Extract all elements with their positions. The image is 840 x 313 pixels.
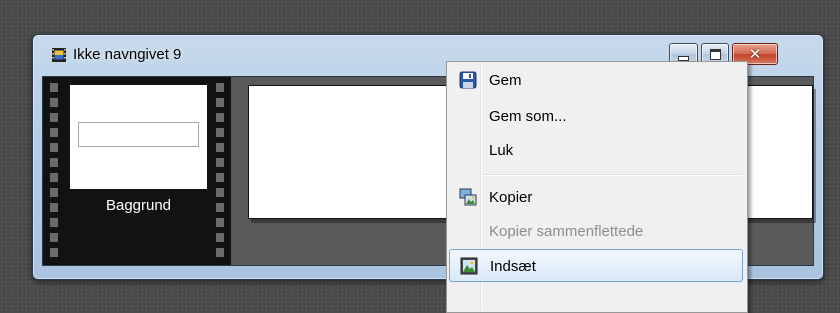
film-sprocket-hole — [216, 218, 224, 227]
film-sprocket-hole — [50, 218, 58, 227]
layer-filmstrip: Baggrund — [43, 77, 231, 265]
window-title: Ikke navngivet 9 — [73, 46, 182, 63]
film-sprocket-hole — [216, 188, 224, 197]
film-sprocket-hole — [216, 98, 224, 107]
film-sprocket-hole — [50, 158, 58, 167]
menu-item-label: Gem — [489, 72, 522, 89]
menu-item-gem[interactable]: Gem — [449, 65, 743, 95]
film-sprocket-hole — [50, 98, 58, 107]
menu-item-luk[interactable]: Luk — [449, 135, 743, 165]
film-sprocket-hole — [216, 143, 224, 152]
minimize-icon — [678, 55, 689, 61]
menu-item-label: Luk — [489, 142, 514, 159]
layer-name[interactable]: Baggrund — [70, 197, 207, 214]
menu-separator — [483, 174, 743, 176]
film-sprocket-hole — [216, 248, 224, 257]
film-sprocket-hole — [216, 203, 224, 212]
film-sprocket-hole — [216, 233, 224, 242]
menu-item-label: Gem som... — [489, 108, 567, 125]
layer-thumbnail-content — [78, 122, 199, 147]
film-sprocket-hole — [50, 248, 58, 257]
film-sprocket-hole — [216, 173, 224, 182]
film-sprocket-hole — [50, 83, 58, 92]
menu-item-label: Kopier sammenflettede — [489, 223, 644, 240]
menu-item-gem-som[interactable]: Gem som... — [449, 101, 743, 131]
film-sprocket-hole — [216, 158, 224, 167]
film-sprocket-hole — [216, 128, 224, 137]
menu-item-kopier[interactable]: Kopier — [449, 182, 743, 212]
film-sprocket-hole — [216, 113, 224, 122]
film-sprocket-hole — [50, 113, 58, 122]
film-sprocket-hole — [50, 143, 58, 152]
film-sprocket-hole — [216, 83, 224, 92]
menu-item-label: Kopier — [489, 189, 533, 206]
paste-image-icon — [460, 257, 478, 275]
save-disk-icon — [459, 71, 477, 89]
close-icon: ✕ — [748, 46, 762, 63]
copy-image-icon — [459, 188, 477, 206]
film-document-icon — [52, 48, 66, 62]
film-sprocket-hole — [50, 128, 58, 137]
menu-item-label: Indsæt — [490, 258, 536, 275]
menu-item-indsaet[interactable]: Indsæt — [449, 249, 743, 282]
context-menu: Gem Gem som... Luk Kopier Kopier sammenf… — [446, 61, 748, 313]
film-sprocket-hole — [50, 188, 58, 197]
film-sprocket-hole — [50, 233, 58, 242]
layer-thumbnail[interactable] — [70, 85, 207, 189]
menu-item-kopier-sammenflettede[interactable]: Kopier sammenflettede — [449, 216, 743, 246]
maximize-icon — [709, 48, 721, 60]
film-sprocket-hole — [50, 173, 58, 182]
film-sprocket-hole — [50, 203, 58, 212]
